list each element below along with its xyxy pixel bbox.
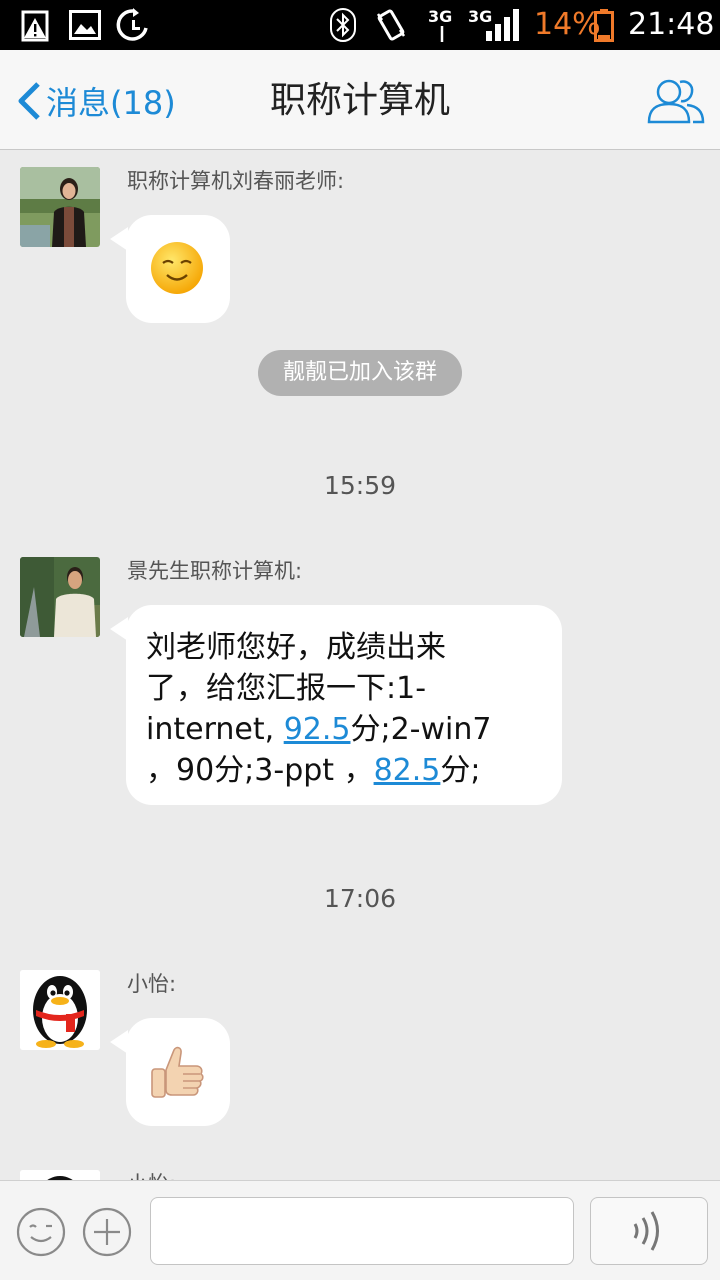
message-text-part: internet, — [146, 712, 284, 747]
timestamp: 15:59 — [323, 471, 397, 500]
message-line: 刘老师您好，成绩出来 — [146, 630, 446, 665]
message-text-part: 分;2-win7 — [350, 712, 492, 747]
avatar[interactable] — [20, 167, 100, 247]
chat-message-list[interactable]: 职称计算机刘春丽老师: 靓靓已加入该群 15:59 景先生职称计算机: 刘老师您… — [0, 151, 720, 1180]
nav-bar: 消息(18) 职称计算机 — [0, 50, 720, 150]
score-link[interactable]: 82.5 — [374, 753, 441, 788]
timestamp: 17:06 — [323, 884, 397, 913]
image-icon — [68, 8, 102, 42]
back-label: 消息(18) — [46, 84, 176, 122]
vibrate-icon — [374, 8, 408, 42]
clock: 21:48 — [628, 7, 715, 42]
battery-percent: 14% — [534, 7, 601, 42]
sender-name: 小怡: — [127, 1170, 176, 1180]
sender-name: 小怡: — [127, 972, 177, 996]
message-bubble[interactable] — [110, 215, 230, 323]
signal-strength-icon — [484, 8, 520, 42]
plus-icon — [82, 1207, 132, 1257]
message-line: internet, 92.5分;2-win7 — [146, 709, 542, 750]
system-notice: 靓靓已加入该群 — [258, 350, 462, 396]
avatar[interactable] — [20, 557, 100, 637]
avatar[interactable] — [20, 970, 100, 1050]
sender-name: 职称计算机刘春丽老师: — [127, 169, 345, 193]
thumbs-up-emoji-icon — [148, 1044, 208, 1102]
avatar[interactable] — [20, 1170, 100, 1180]
network-type-label: 3G — [428, 7, 453, 26]
chevron-left-icon — [18, 82, 40, 120]
group-members-button[interactable] — [646, 74, 706, 128]
sync-icon — [114, 8, 152, 42]
emoji-button[interactable] — [16, 1207, 66, 1257]
message-text[interactable]: 刘老师您好，成绩出来 了，给您汇报一下:1- internet, 92.5分;2… — [126, 605, 562, 813]
message-bubble[interactable] — [110, 1018, 230, 1126]
message-bubble[interactable]: 刘老师您好，成绩出来 了，给您汇报一下:1- internet, 92.5分;2… — [110, 605, 562, 805]
message-input[interactable] — [150, 1197, 574, 1265]
voice-icon — [633, 1211, 659, 1251]
group-members-icon — [647, 79, 705, 124]
battery-icon — [594, 8, 614, 42]
input-bar — [0, 1180, 720, 1280]
status-bar: 3G 3G 14% 21:48 — [0, 0, 720, 50]
more-options-button[interactable] — [82, 1207, 132, 1257]
score-link[interactable]: 92.5 — [284, 712, 351, 747]
smile-emoji-icon — [150, 241, 204, 295]
warning-icon — [20, 8, 54, 42]
message-line: ，90分;3-ppt ，82.5分; — [146, 750, 542, 791]
emoji-icon — [16, 1207, 66, 1257]
message-text-part: ，90分;3-ppt ， — [146, 753, 374, 788]
sender-name: 景先生职称计算机: — [127, 559, 303, 583]
data-arrows-icon — [432, 26, 452, 42]
page-title: 职称计算机 — [269, 80, 450, 121]
back-button[interactable]: 消息(18) — [16, 76, 176, 126]
voice-button[interactable] — [590, 1197, 708, 1265]
message-line: 了，给您汇报一下:1- — [146, 671, 427, 706]
message-text-part: 分; — [440, 753, 481, 788]
bluetooth-icon — [330, 8, 356, 42]
